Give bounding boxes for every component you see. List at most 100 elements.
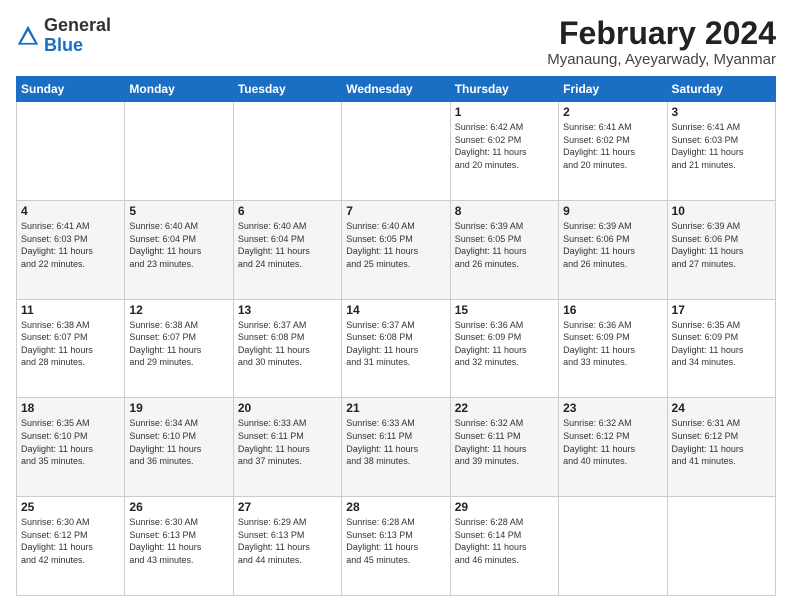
day-info: Sunrise: 6:39 AM Sunset: 6:06 PM Dayligh… — [672, 220, 771, 270]
calendar-week-row: 25 Sunrise: 6:30 AM Sunset: 6:12 PM Dayli… — [17, 497, 776, 596]
day-info: Sunrise: 6:38 AM Sunset: 6:07 PM Dayligh… — [21, 319, 120, 369]
day-info: Sunrise: 6:35 AM Sunset: 6:10 PM Dayligh… — [21, 417, 120, 467]
calendar-cell — [17, 102, 125, 201]
calendar-cell: 14 Sunrise: 6:37 AM Sunset: 6:08 PM Dayli… — [342, 299, 450, 398]
day-number: 20 — [238, 401, 337, 415]
logo: General Blue — [16, 16, 111, 56]
weekday-header: Tuesday — [233, 77, 341, 102]
day-info: Sunrise: 6:42 AM Sunset: 6:02 PM Dayligh… — [455, 121, 554, 171]
day-number: 8 — [455, 204, 554, 218]
day-number: 19 — [129, 401, 228, 415]
calendar-cell: 3 Sunrise: 6:41 AM Sunset: 6:03 PM Daylig… — [667, 102, 775, 201]
day-number: 1 — [455, 105, 554, 119]
calendar-cell: 12Sunrise: 6:38 AM Sunset: 6:07 PM Dayli… — [125, 299, 233, 398]
logo-text: General Blue — [44, 16, 111, 56]
weekday-header: Sunday — [17, 77, 125, 102]
day-number: 28 — [346, 500, 445, 514]
day-number: 18 — [21, 401, 120, 415]
calendar-cell: 18 Sunrise: 6:35 AM Sunset: 6:10 PM Dayli… — [17, 398, 125, 497]
day-info: Sunrise: 6:39 AM Sunset: 6:05 PM Dayligh… — [455, 220, 554, 270]
day-number: 24 — [672, 401, 771, 415]
logo-general: General — [44, 15, 111, 35]
day-number: 9 — [563, 204, 662, 218]
day-number: 26 — [129, 500, 228, 514]
day-info: Sunrise: 6:40 AM Sunset: 6:04 PM Dayligh… — [129, 220, 228, 270]
calendar-cell: 29 Sunrise: 6:28 AM Sunset: 6:14 PM Dayli… — [450, 497, 558, 596]
day-number: 15 — [455, 303, 554, 317]
calendar-cell: 6Sunrise: 6:40 AM Sunset: 6:04 PM Daylig… — [233, 200, 341, 299]
calendar-cell — [559, 497, 667, 596]
weekday-header: Saturday — [667, 77, 775, 102]
calendar-cell: 20Sunrise: 6:33 AM Sunset: 6:11 PM Dayli… — [233, 398, 341, 497]
calendar-cell: 24 Sunrise: 6:31 AM Sunset: 6:12 PM Dayli… — [667, 398, 775, 497]
day-info: Sunrise: 6:39 AM Sunset: 6:06 PM Dayligh… — [563, 220, 662, 270]
day-info: Sunrise: 6:34 AM Sunset: 6:10 PM Dayligh… — [129, 417, 228, 467]
day-info: Sunrise: 6:32 AM Sunset: 6:12 PM Dayligh… — [563, 417, 662, 467]
calendar-header-row: SundayMondayTuesdayWednesdayThursdayFrid… — [17, 77, 776, 102]
day-number: 14 — [346, 303, 445, 317]
day-number: 27 — [238, 500, 337, 514]
day-number: 22 — [455, 401, 554, 415]
day-info: Sunrise: 6:37 AM Sunset: 6:08 PM Dayligh… — [346, 319, 445, 369]
calendar-cell: 21 Sunrise: 6:33 AM Sunset: 6:11 PM Dayli… — [342, 398, 450, 497]
calendar-cell: 7Sunrise: 6:40 AM Sunset: 6:05 PM Daylig… — [342, 200, 450, 299]
weekday-header: Thursday — [450, 77, 558, 102]
weekday-header: Friday — [559, 77, 667, 102]
day-info: Sunrise: 6:40 AM Sunset: 6:05 PM Dayligh… — [346, 220, 445, 270]
location-title: Myanaung, Ayeyarwady, Myanmar — [547, 51, 776, 68]
calendar-cell: 2 Sunrise: 6:41 AM Sunset: 6:02 PM Daylig… — [559, 102, 667, 201]
calendar-cell: 22 Sunrise: 6:32 AM Sunset: 6:11 PM Dayli… — [450, 398, 558, 497]
day-info: Sunrise: 6:41 AM Sunset: 6:03 PM Dayligh… — [21, 220, 120, 270]
day-number: 11 — [21, 303, 120, 317]
calendar-table: SundayMondayTuesdayWednesdayThursdayFrid… — [16, 76, 776, 596]
calendar-week-row: 1 Sunrise: 6:42 AM Sunset: 6:02 PM Daylig… — [17, 102, 776, 201]
day-info: Sunrise: 6:30 AM Sunset: 6:13 PM Dayligh… — [129, 516, 228, 566]
calendar-cell — [233, 102, 341, 201]
header: General Blue February 2024 Myanaung, Aye… — [16, 16, 776, 68]
calendar-cell: 5 Sunrise: 6:40 AM Sunset: 6:04 PM Daylig… — [125, 200, 233, 299]
calendar-cell: 27 Sunrise: 6:29 AM Sunset: 6:13 PM Dayli… — [233, 497, 341, 596]
calendar-cell: 23 Sunrise: 6:32 AM Sunset: 6:12 PM Dayli… — [559, 398, 667, 497]
day-number: 23 — [563, 401, 662, 415]
day-number: 17 — [672, 303, 771, 317]
day-info: Sunrise: 6:33 AM Sunset: 6:11 PM Dayligh… — [346, 417, 445, 467]
day-info: Sunrise: 6:28 AM Sunset: 6:14 PM Dayligh… — [455, 516, 554, 566]
logo-icon — [16, 24, 40, 48]
calendar-cell: 10Sunrise: 6:39 AM Sunset: 6:06 PM Dayli… — [667, 200, 775, 299]
day-number: 16 — [563, 303, 662, 317]
day-info: Sunrise: 6:29 AM Sunset: 6:13 PM Dayligh… — [238, 516, 337, 566]
day-info: Sunrise: 6:31 AM Sunset: 6:12 PM Dayligh… — [672, 417, 771, 467]
calendar-week-row: 11 Sunrise: 6:38 AM Sunset: 6:07 PM Dayli… — [17, 299, 776, 398]
day-number: 6 — [238, 204, 337, 218]
day-info: Sunrise: 6:41 AM Sunset: 6:02 PM Dayligh… — [563, 121, 662, 171]
day-number: 25 — [21, 500, 120, 514]
day-info: Sunrise: 6:41 AM Sunset: 6:03 PM Dayligh… — [672, 121, 771, 171]
calendar-cell: 13Sunrise: 6:37 AM Sunset: 6:08 PM Dayli… — [233, 299, 341, 398]
month-title: February 2024 — [547, 16, 776, 51]
calendar-cell: 16Sunrise: 6:36 AM Sunset: 6:09 PM Dayli… — [559, 299, 667, 398]
day-number: 2 — [563, 105, 662, 119]
calendar-cell: 19 Sunrise: 6:34 AM Sunset: 6:10 PM Dayli… — [125, 398, 233, 497]
calendar-cell: 1 Sunrise: 6:42 AM Sunset: 6:02 PM Daylig… — [450, 102, 558, 201]
calendar-cell: 8 Sunrise: 6:39 AM Sunset: 6:05 PM Daylig… — [450, 200, 558, 299]
day-info: Sunrise: 6:35 AM Sunset: 6:09 PM Dayligh… — [672, 319, 771, 369]
page: General Blue February 2024 Myanaung, Aye… — [0, 0, 792, 612]
calendar-week-row: 4Sunrise: 6:41 AM Sunset: 6:03 PM Daylig… — [17, 200, 776, 299]
day-number: 29 — [455, 500, 554, 514]
calendar-cell — [342, 102, 450, 201]
day-info: Sunrise: 6:32 AM Sunset: 6:11 PM Dayligh… — [455, 417, 554, 467]
day-number: 3 — [672, 105, 771, 119]
calendar-cell: 11 Sunrise: 6:38 AM Sunset: 6:07 PM Dayli… — [17, 299, 125, 398]
day-info: Sunrise: 6:36 AM Sunset: 6:09 PM Dayligh… — [455, 319, 554, 369]
calendar-cell: 17 Sunrise: 6:35 AM Sunset: 6:09 PM Dayli… — [667, 299, 775, 398]
calendar-cell: 9 Sunrise: 6:39 AM Sunset: 6:06 PM Daylig… — [559, 200, 667, 299]
weekday-header: Monday — [125, 77, 233, 102]
day-number: 21 — [346, 401, 445, 415]
day-info: Sunrise: 6:30 AM Sunset: 6:12 PM Dayligh… — [21, 516, 120, 566]
logo-blue: Blue — [44, 35, 83, 55]
day-number: 5 — [129, 204, 228, 218]
calendar-cell — [125, 102, 233, 201]
calendar-cell: 25 Sunrise: 6:30 AM Sunset: 6:12 PM Dayli… — [17, 497, 125, 596]
calendar-cell: 26 Sunrise: 6:30 AM Sunset: 6:13 PM Dayli… — [125, 497, 233, 596]
day-number: 12 — [129, 303, 228, 317]
